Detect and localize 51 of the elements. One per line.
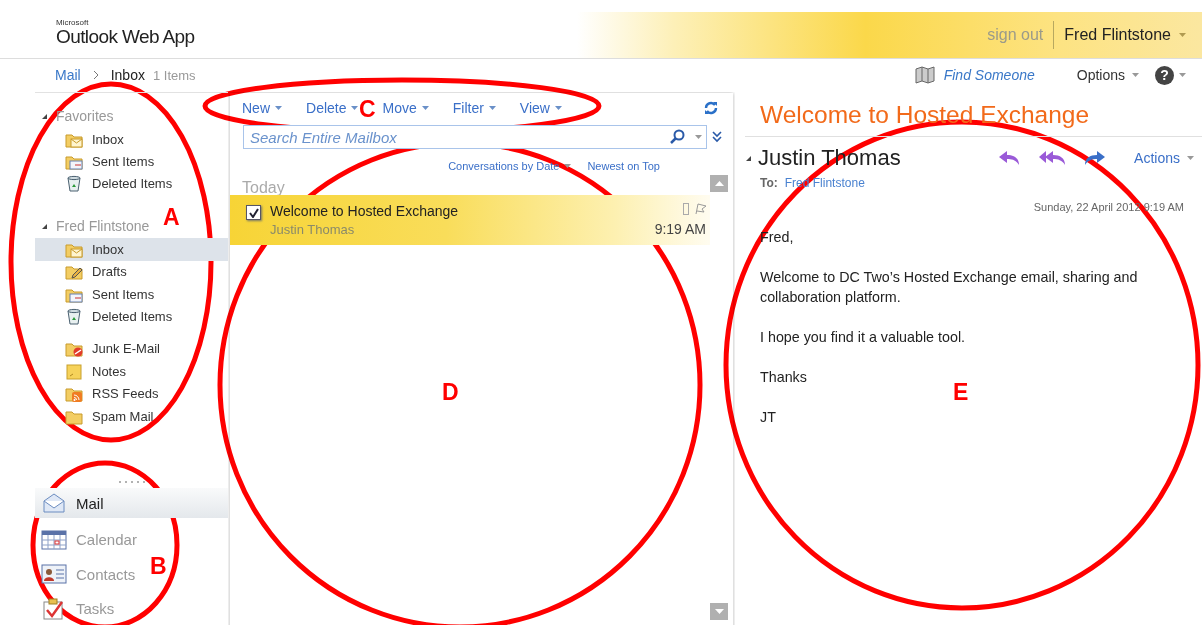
message-time: 9:19 AM <box>654 221 706 237</box>
toolbar-menu-button[interactable]: New <box>242 100 282 116</box>
email-subject: Welcome to Hosted Exchange <box>745 92 1202 137</box>
message-item[interactable]: Welcome to Hosted Exchange Justin Thomas 9:19 AM <box>230 195 710 245</box>
toolbar-menu-button[interactable]: Filter <box>452 100 496 116</box>
folder-item[interactable]: Inbox <box>35 238 228 261</box>
folder-group-heading[interactable]: Fred Flintstone <box>56 218 150 235</box>
sort-order-link[interactable]: Newest on Top <box>587 160 660 172</box>
email-paragraph: Welcome to DC Two’s Hosted Exchange email, sharing and collaboration platform. <box>760 268 1139 307</box>
actions-menu-button[interactable]: Actions <box>1134 150 1194 166</box>
module-tab[interactable]: Calendar <box>35 522 141 557</box>
module-tab[interactable]: Mail <box>35 488 228 518</box>
folder-item[interactable]: Sent Items <box>35 150 228 173</box>
folder-group-heading[interactable]: Favorites <box>56 108 114 124</box>
search-field[interactable]: Search Entire Mailbox <box>243 125 707 149</box>
breadcrumb-current: Inbox <box>110 67 145 83</box>
annotation-letter: A <box>163 204 180 230</box>
annotation-letter: E <box>953 379 969 405</box>
annotation-letter: D <box>442 379 459 405</box>
find-someone-link[interactable]: Find Someone <box>914 66 1035 84</box>
to-label: To: <box>760 176 778 190</box>
logo-brand: Microsoft <box>56 17 90 27</box>
folder-item[interactable]: Deleted Items <box>35 305 228 328</box>
options-menu-button[interactable]: Options <box>1076 67 1139 83</box>
toolbar-menu-button[interactable]: Move <box>382 100 429 116</box>
folder-item[interactable]: Deleted Items <box>35 172 228 196</box>
module-tab[interactable]: Contacts <box>35 557 140 592</box>
folder-item[interactable]: RSS Feeds <box>35 382 228 405</box>
app-logo: Outlook Web App <box>56 26 195 47</box>
arrange-by-menu[interactable]: Conversations by Date <box>448 160 572 172</box>
annotation-letter: C <box>359 96 376 122</box>
folder-item[interactable]: Junk E-Mail <box>35 337 228 361</box>
folder-item[interactable]: Inbox <box>35 128 228 151</box>
email-paragraph: I hope you find it a valuable tool. <box>760 328 966 347</box>
breadcrumb-link[interactable]: Mail <box>55 67 81 83</box>
group-heading: Today <box>241 178 286 195</box>
user-menu-button[interactable]: Fred Flintstone <box>1054 26 1202 44</box>
message-subject: Welcome to Hosted Exchange <box>270 203 460 219</box>
email-paragraph: JT <box>760 408 776 427</box>
folder-item[interactable]: Sent Items <box>35 282 228 306</box>
toolbar-menu-button[interactable]: Delete <box>306 100 359 116</box>
item-count: 1 Items <box>152 67 196 83</box>
toolbar-menu-button[interactable]: View <box>519 100 562 116</box>
module-tab[interactable]: Tasks <box>35 591 119 625</box>
sent-date: Sunday, 22 April 2012 9:19 AM <box>1032 201 1185 213</box>
message-sender: Justin Thomas <box>270 222 356 237</box>
folder-item[interactable]: Drafts <box>35 260 228 283</box>
annotation-letter: B <box>150 553 167 579</box>
email-paragraph: Thanks <box>760 368 807 387</box>
folder-item[interactable]: Notes <box>35 360 228 383</box>
folder-item[interactable]: Spam Mail <box>35 404 228 428</box>
